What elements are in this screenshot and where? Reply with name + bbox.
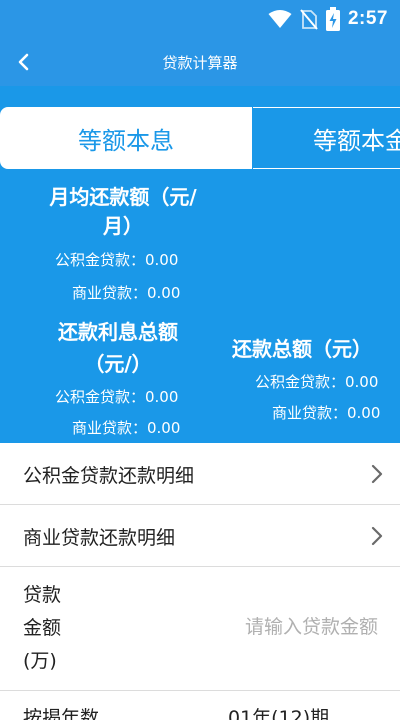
status-bar: 2:57 bbox=[0, 0, 400, 38]
tab-equal-installment[interactable]: 等额本息 bbox=[0, 107, 252, 169]
commercial-detail-label: 商业贷款还款明细 bbox=[23, 527, 176, 549]
page-title: 贷款计算器 bbox=[162, 54, 238, 72]
status-icons: 2:57 bbox=[268, 7, 388, 31]
provident-detail-label: 公积金贷款还款明细 bbox=[23, 465, 195, 487]
loan-amount-label-line2: 金额 bbox=[23, 617, 62, 639]
loan-term-label: 按揭年数 bbox=[23, 707, 100, 720]
repayment-method-tabs: 等额本息 等额本金 bbox=[0, 107, 400, 169]
total-provident-value: 公积金贷款：0.00 bbox=[255, 373, 379, 391]
monthly-commercial-value: 商业贷款：0.00 bbox=[72, 284, 181, 302]
monthly-payment-title-line2: 月） bbox=[103, 214, 143, 238]
monthly-payment-title-line1: 月均还款额（元/ bbox=[49, 185, 197, 209]
loan-amount-label-line1: 贷款 bbox=[23, 584, 62, 606]
chevron-right-icon bbox=[371, 526, 383, 546]
loan-amount-input[interactable]: 请输入贷款金额 bbox=[245, 612, 378, 639]
loan-term-row[interactable]: 按揭年数 01年(12)期 bbox=[0, 691, 400, 720]
interest-commercial-value: 商业贷款：0.00 bbox=[72, 419, 181, 437]
loan-amount-label-line3: (万) bbox=[23, 650, 57, 672]
total-commercial-value: 商业贷款：0.00 bbox=[272, 404, 381, 422]
no-sim-icon bbox=[300, 9, 318, 30]
chevron-right-icon bbox=[371, 464, 383, 484]
app-bar: 贷款计算器 bbox=[0, 38, 400, 86]
monthly-provident-value: 公积金贷款：0.00 bbox=[55, 251, 179, 269]
loan-amount-row: 贷款 金额 (万) 请输入贷款金额 bbox=[0, 567, 400, 691]
status-time: 2:57 bbox=[347, 8, 388, 29]
wifi-icon bbox=[268, 10, 292, 28]
repayment-total-title: 还款总额（元） bbox=[232, 337, 372, 361]
interest-total-title-line1: 还款利息总额 bbox=[58, 320, 178, 344]
provident-repayment-detail-row[interactable]: 公积金贷款还款明细 bbox=[0, 443, 400, 505]
commercial-repayment-detail-row[interactable]: 商业贷款还款明细 bbox=[0, 505, 400, 567]
interest-total-title-line2: （元/） bbox=[84, 352, 152, 376]
tab-equal-principal[interactable]: 等额本金 bbox=[253, 107, 400, 169]
battery-charging-icon bbox=[325, 7, 340, 31]
interest-provident-value: 公积金贷款：0.00 bbox=[55, 388, 179, 406]
loan-amount-label: 贷款 金额 (万) bbox=[23, 579, 61, 678]
loan-term-value[interactable]: 01年(12)期 bbox=[228, 703, 329, 720]
result-summary-panel: 等额本息 等额本金 月均还款额（元/ 月） 公积金贷款：0.00 商业贷款：0.… bbox=[0, 86, 400, 443]
